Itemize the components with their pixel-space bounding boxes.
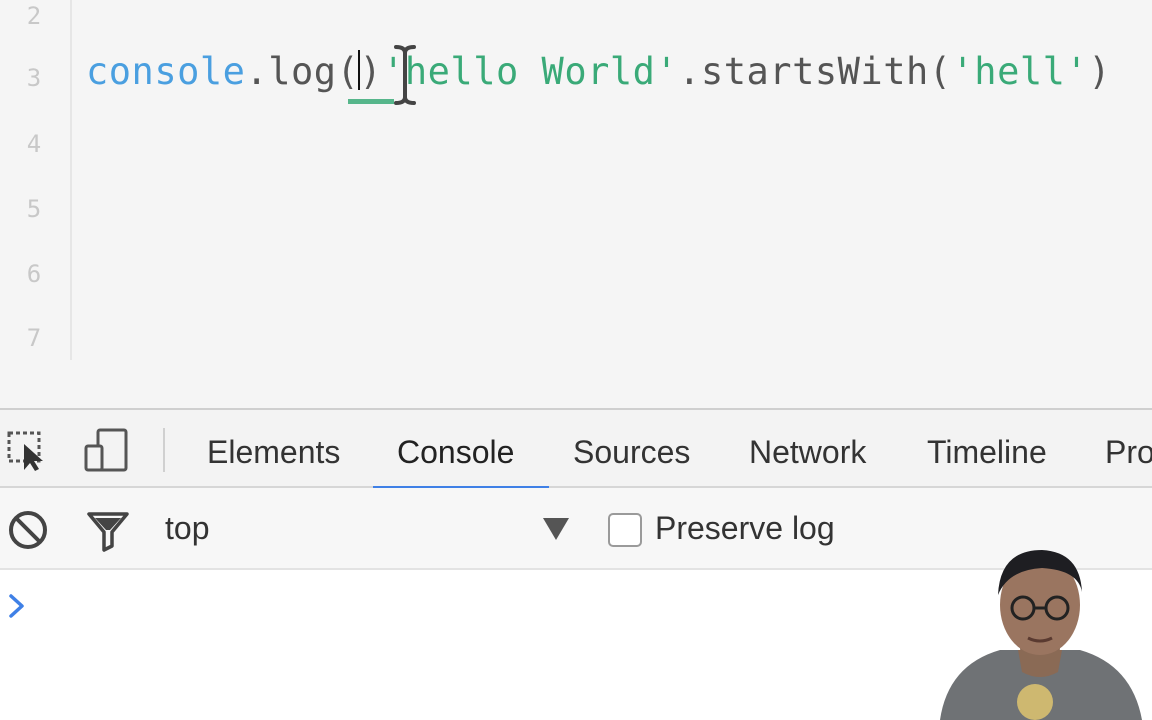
filter-icon[interactable] [86,508,130,552]
line-number: 6 [26,260,42,288]
code-paren-close: ) [359,50,383,93]
toolbar-separator [163,428,165,472]
line-number: 3 [26,64,42,92]
bracket-match-underline [348,99,394,104]
code-string: 'hell' [951,50,1089,93]
code-dot: . [678,50,701,93]
code-method: log [268,50,337,93]
code-call: startsWith [700,50,929,93]
devtools-tabbar: Elements Console Sources Network Timelin… [0,408,1152,490]
code-editor[interactable]: 2 3 4 5 6 7 console.log()'hello World'.s… [0,0,1152,408]
device-toolbar-icon[interactable] [84,428,128,472]
tab-elements[interactable]: Elements [207,434,340,471]
line-number: 7 [26,324,42,352]
ibeam-cursor-icon [394,45,416,105]
code-paren-open: ( [928,50,952,93]
tab-sources[interactable]: Sources [573,434,690,471]
tab-timeline[interactable]: Timeline [927,434,1047,471]
code-string: 'hello World' [382,50,679,93]
tab-network[interactable]: Network [749,434,866,471]
clear-console-icon[interactable] [6,508,50,552]
line-number: 2 [26,2,42,30]
code-paren-open: ( [336,50,360,93]
code-identifier: console [86,50,246,93]
gutter-divider [70,0,72,360]
webcam-presenter-image [940,550,1142,720]
code-line[interactable]: console.log()'hello World'.startsWith('h… [86,50,1111,93]
code-paren-close: ) [1088,50,1111,93]
chevron-down-icon[interactable] [543,518,569,540]
tab-console[interactable]: Console [397,434,514,471]
inspect-element-icon[interactable] [6,428,50,472]
line-number: 5 [26,195,42,223]
code-dot: . [245,50,269,93]
tab-profiles[interactable]: Pro [1105,434,1152,471]
console-prompt-icon [9,594,24,618]
context-selector[interactable]: top [165,510,209,547]
line-number: 4 [26,130,42,158]
preserve-log-checkbox[interactable] [608,513,642,547]
preserve-log-label[interactable]: Preserve log [655,510,835,547]
